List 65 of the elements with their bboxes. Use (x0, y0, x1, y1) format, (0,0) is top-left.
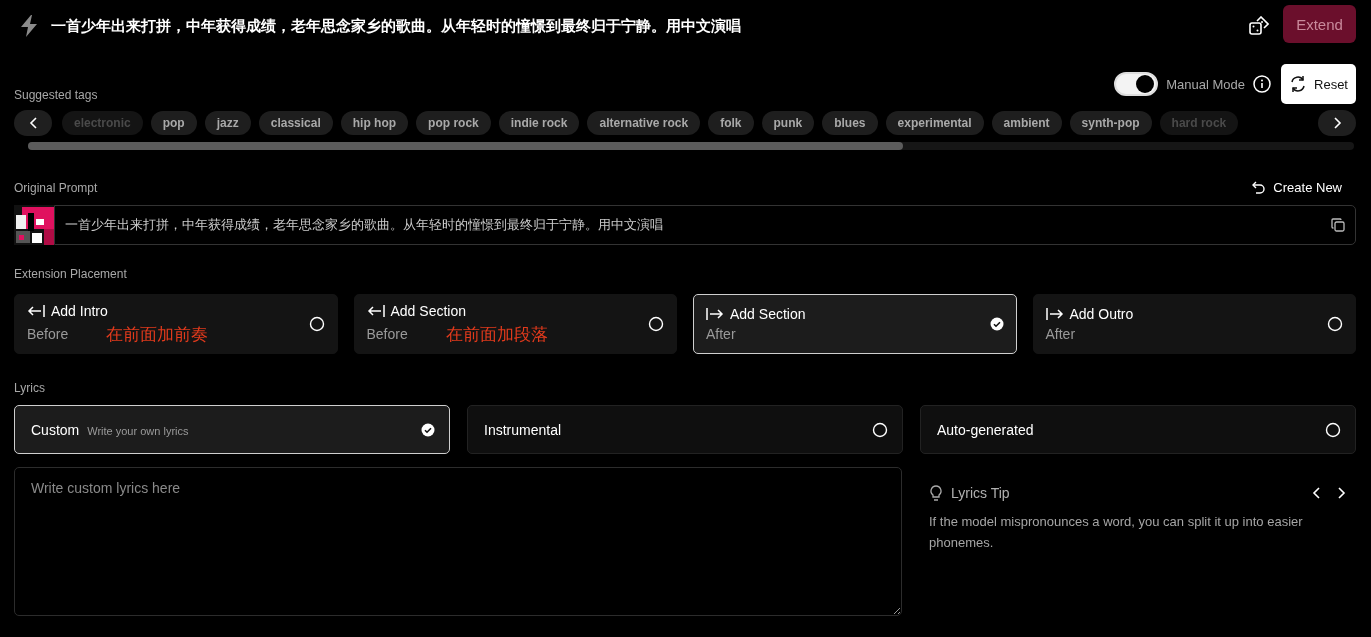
section-label: Suggested tags (14, 88, 98, 102)
option-title: Auto-generated (937, 421, 1034, 438)
tip-text: If the model mispronounces a word, you can split it up into easier phonemes. (929, 513, 1304, 552)
lightning-icon (19, 14, 39, 38)
tag-chip[interactable]: alternative rock (587, 111, 701, 135)
dice-icon (1249, 16, 1269, 36)
option-title: Instrumental (484, 421, 562, 438)
option-title: Add Section (390, 302, 466, 319)
option-subtitle: Before (366, 326, 408, 342)
scroll-right-button[interactable] (1318, 110, 1356, 136)
section-label: Lyrics (14, 381, 45, 395)
scrollbar-thumb[interactable] (28, 142, 903, 150)
chevron-left-icon (1312, 487, 1321, 499)
tag-chip[interactable]: experimental (885, 111, 984, 135)
previous-tip-button[interactable] (1312, 487, 1321, 499)
annotation-text: 在前面加前奏 (106, 323, 209, 346)
reset-button[interactable]: Reset (1281, 64, 1356, 104)
tag-chip[interactable]: folk (708, 111, 754, 135)
undo-icon (1252, 181, 1266, 194)
tag-chip[interactable]: synth-pop (1069, 111, 1152, 135)
option-subtitle: After (1045, 326, 1076, 342)
option-title: Add Section (730, 306, 806, 322)
manual-mode-toggle[interactable] (1114, 72, 1159, 96)
tag-chip[interactable]: pop rock (416, 111, 491, 135)
option-title: Custom (31, 421, 80, 438)
chevron-right-icon (1337, 487, 1346, 499)
chevron-right-icon (1332, 117, 1342, 129)
option-title: Add Outro (1069, 306, 1134, 322)
tag-chip[interactable]: hip hop (340, 111, 409, 135)
lyrics-field[interactable]: Write custom lyrics here (14, 467, 902, 616)
next-tip-button[interactable] (1337, 487, 1346, 499)
placement-option[interactable]: Add Section After (693, 294, 1017, 354)
lyrics-option[interactable]: Custom Write your own lyrics (14, 405, 450, 454)
section-label: Extension Placement (14, 267, 127, 281)
placement-option[interactable]: Add Outro After (1032, 294, 1356, 354)
placement-option[interactable]: Add Intro Before 在前面加前奏 (14, 294, 338, 354)
annotation-text: 在前面加段落 (445, 323, 548, 346)
option-subtitle: Before (27, 326, 69, 342)
scroll-left-button[interactable] (14, 110, 52, 136)
refresh-icon (1289, 75, 1307, 93)
extend-button[interactable]: Extend (1283, 5, 1356, 43)
create-new-button[interactable]: Create New (1252, 180, 1342, 195)
chevron-left-icon (28, 117, 38, 129)
copy-icon[interactable] (1331, 218, 1345, 232)
lyrics-option[interactable]: Instrumental (467, 405, 903, 454)
info-icon[interactable] (1253, 75, 1271, 93)
placement-option[interactable]: Add Section Before 在前面加段落 (353, 294, 677, 354)
section-label: Original Prompt (14, 181, 98, 195)
toggle-label: Manual Mode (1166, 76, 1245, 92)
tag-chip[interactable]: classical (258, 111, 333, 135)
tag-chip[interactable]: jazz (204, 111, 251, 135)
lyrics-option[interactable]: Auto-generated (920, 405, 1356, 454)
prompt-field[interactable]: 一首少年出来打拼，中年获得成绩，老年思念家乡的歌曲。从年轻时的憧憬到最终归于宁静。用中文演唱 (54, 205, 1356, 245)
tip-title: Lyrics Tip (951, 485, 1010, 501)
lightbulb-icon (929, 485, 943, 501)
tag-chip[interactable]: blues (822, 111, 878, 135)
option-title: Add Intro (51, 302, 108, 319)
option-subtitle: After (706, 326, 736, 342)
tag-chip[interactable]: pop (150, 111, 197, 135)
tag-chip[interactable]: punk (761, 111, 815, 135)
prompt-title: 一首少年出来打拼，中年获得成绩，老年思念家乡的歌曲。从年轻时的憧憬到最终归于宁静。用中文演唱 (51, 16, 742, 36)
tag-chip[interactable]: indie rock (498, 111, 580, 135)
dice-button[interactable] (1249, 16, 1269, 36)
option-hint: Write your own lyrics (87, 424, 189, 437)
tag-chip[interactable]: ambient (991, 111, 1062, 135)
